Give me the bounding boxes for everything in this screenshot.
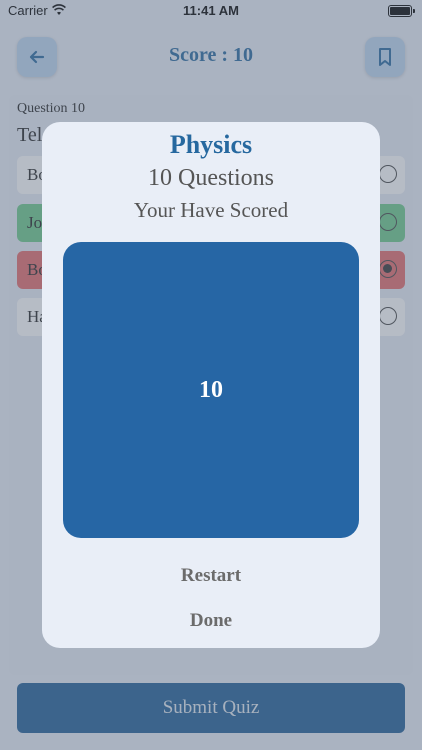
done-button[interactable]: Done [42,610,380,632]
score-value: 10 [199,377,223,403]
restart-button[interactable]: Restart [42,565,380,587]
subject-title: Physics [169,130,253,159]
question-count: 10 Questions [148,165,274,191]
scored-label: Your Have Scored [133,198,289,222]
